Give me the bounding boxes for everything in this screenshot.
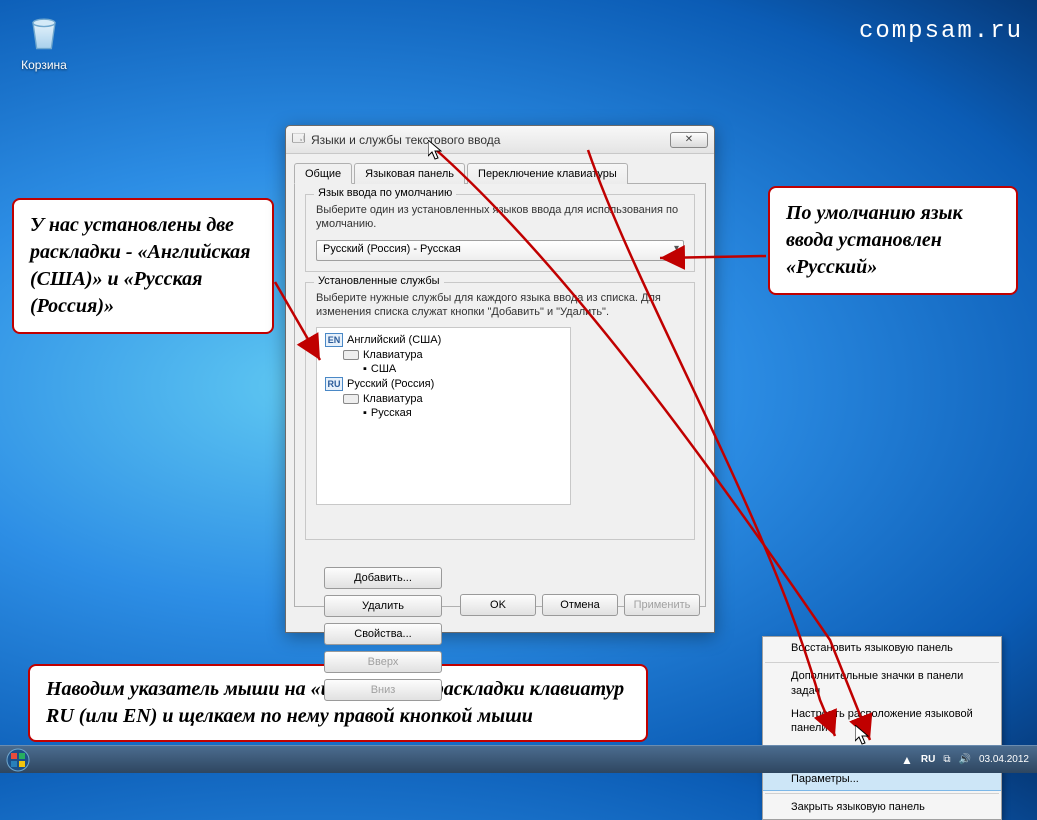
- clock[interactable]: 03.04.2012: [979, 754, 1029, 765]
- keyboard-icon: [343, 394, 359, 404]
- dialog-titlebar[interactable]: 🗔 Языки и службы текстового ввода ✕: [286, 126, 714, 154]
- menu-extra-icons[interactable]: Дополнительные значки в панели задач: [763, 665, 1001, 703]
- menu-divider: [765, 793, 999, 794]
- annotation-left: У нас установлены две раскладки - «Англи…: [12, 198, 274, 334]
- start-button[interactable]: [0, 746, 36, 774]
- tab-general[interactable]: Общие: [294, 163, 352, 184]
- properties-button[interactable]: Свойства...: [324, 623, 442, 645]
- menu-close-bar[interactable]: Закрыть языковую панель: [763, 796, 1001, 819]
- tree-en-layout-label: США: [371, 363, 396, 375]
- tree-en-name: Английский (США): [347, 334, 441, 346]
- group-default-language: Язык ввода по умолчанию Выберите один из…: [305, 194, 695, 272]
- cancel-button[interactable]: Отмена: [542, 594, 618, 616]
- menu-divider: [765, 662, 999, 663]
- en-badge-icon: EN: [325, 333, 343, 347]
- bullet-icon: ▪: [363, 363, 367, 375]
- languages-tree[interactable]: EN Английский (США) Клавиатура ▪ США RU …: [316, 327, 571, 505]
- cursor-icon: [428, 140, 442, 160]
- annotation-right: По умолчанию язык ввода установлен «Русс…: [768, 186, 1018, 295]
- dialog-tabs: Общие Языковая панель Переключение клави…: [294, 162, 706, 183]
- tree-item-ru-layout[interactable]: ▪ Русская: [323, 406, 564, 420]
- tree-item-en-keyboard[interactable]: Клавиатура: [323, 348, 564, 362]
- recycle-bin-label: Корзина: [20, 58, 68, 72]
- move-up-button[interactable]: Вверх: [324, 651, 442, 673]
- taskbar: ▲ RU ⧉ 🔊 03.04.2012: [0, 745, 1037, 773]
- watermark-text: compsam.ru: [859, 18, 1023, 45]
- tree-side-buttons: Добавить... Удалить Свойства... Вверх Вн…: [324, 505, 442, 707]
- tab-switch-keyboard[interactable]: Переключение клавиатуры: [467, 163, 628, 184]
- network-icon[interactable]: ⧉: [943, 754, 950, 765]
- keyboard-icon: [343, 350, 359, 360]
- close-button[interactable]: ✕: [670, 132, 708, 148]
- bullet-icon: ▪: [363, 407, 367, 419]
- tray-flag-icon[interactable]: ▲: [901, 753, 913, 767]
- menu-configure-position[interactable]: Настроить расположение языковой панели: [763, 703, 1001, 741]
- tree-item-en-layout[interactable]: ▪ США: [323, 362, 564, 376]
- group-installed-desc: Выберите нужные службы для каждого языка…: [316, 291, 684, 320]
- add-button[interactable]: Добавить...: [324, 567, 442, 589]
- group-installed-title: Установленные службы: [314, 275, 444, 287]
- dialog-buttons: OK Отмена Применить: [460, 594, 700, 622]
- move-down-button[interactable]: Вниз: [324, 679, 442, 701]
- group-default-desc: Выберите один из установленных языков вв…: [316, 203, 684, 232]
- tree-ru-kb-label: Клавиатура: [363, 393, 423, 405]
- group-default-title: Язык ввода по умолчанию: [314, 187, 456, 199]
- tree-ru-name: Русский (Россия): [347, 378, 434, 390]
- trash-icon: [20, 8, 68, 56]
- apply-button[interactable]: Применить: [624, 594, 700, 616]
- ok-button[interactable]: OK: [460, 594, 536, 616]
- tab-language-bar[interactable]: Языковая панель: [354, 163, 465, 184]
- ru-badge-icon: RU: [325, 377, 343, 391]
- cursor-icon: [855, 725, 869, 745]
- tree-item-russian[interactable]: RU Русский (Россия): [323, 376, 564, 392]
- dialog-icon: 🗔: [292, 129, 305, 150]
- default-language-dropdown[interactable]: Русский (Россия) - Русская: [316, 240, 684, 261]
- recycle-bin-icon[interactable]: Корзина: [20, 8, 68, 72]
- system-tray: ▲ RU ⧉ 🔊 03.04.2012: [901, 753, 1037, 767]
- language-indicator[interactable]: RU: [921, 754, 935, 765]
- group-installed-services: Установленные службы Выберите нужные слу…: [305, 282, 695, 540]
- tree-en-kb-label: Клавиатура: [363, 349, 423, 361]
- languages-dialog: 🗔 Языки и службы текстового ввода ✕ Общи…: [285, 125, 715, 633]
- clock-date: 03.04.2012: [979, 754, 1029, 765]
- tree-item-ru-keyboard[interactable]: Клавиатура: [323, 392, 564, 406]
- speaker-icon[interactable]: 🔊: [958, 754, 970, 765]
- dialog-title: Языки и службы текстового ввода: [311, 133, 500, 147]
- tab-panel-general: Язык ввода по умолчанию Выберите один из…: [294, 183, 706, 607]
- tree-ru-layout-label: Русская: [371, 407, 412, 419]
- tree-item-english[interactable]: EN Английский (США): [323, 332, 564, 348]
- remove-button[interactable]: Удалить: [324, 595, 442, 617]
- language-bar-context-menu: Восстановить языковую панель Дополнитель…: [762, 636, 1002, 820]
- menu-restore-bar[interactable]: Восстановить языковую панель: [763, 637, 1001, 660]
